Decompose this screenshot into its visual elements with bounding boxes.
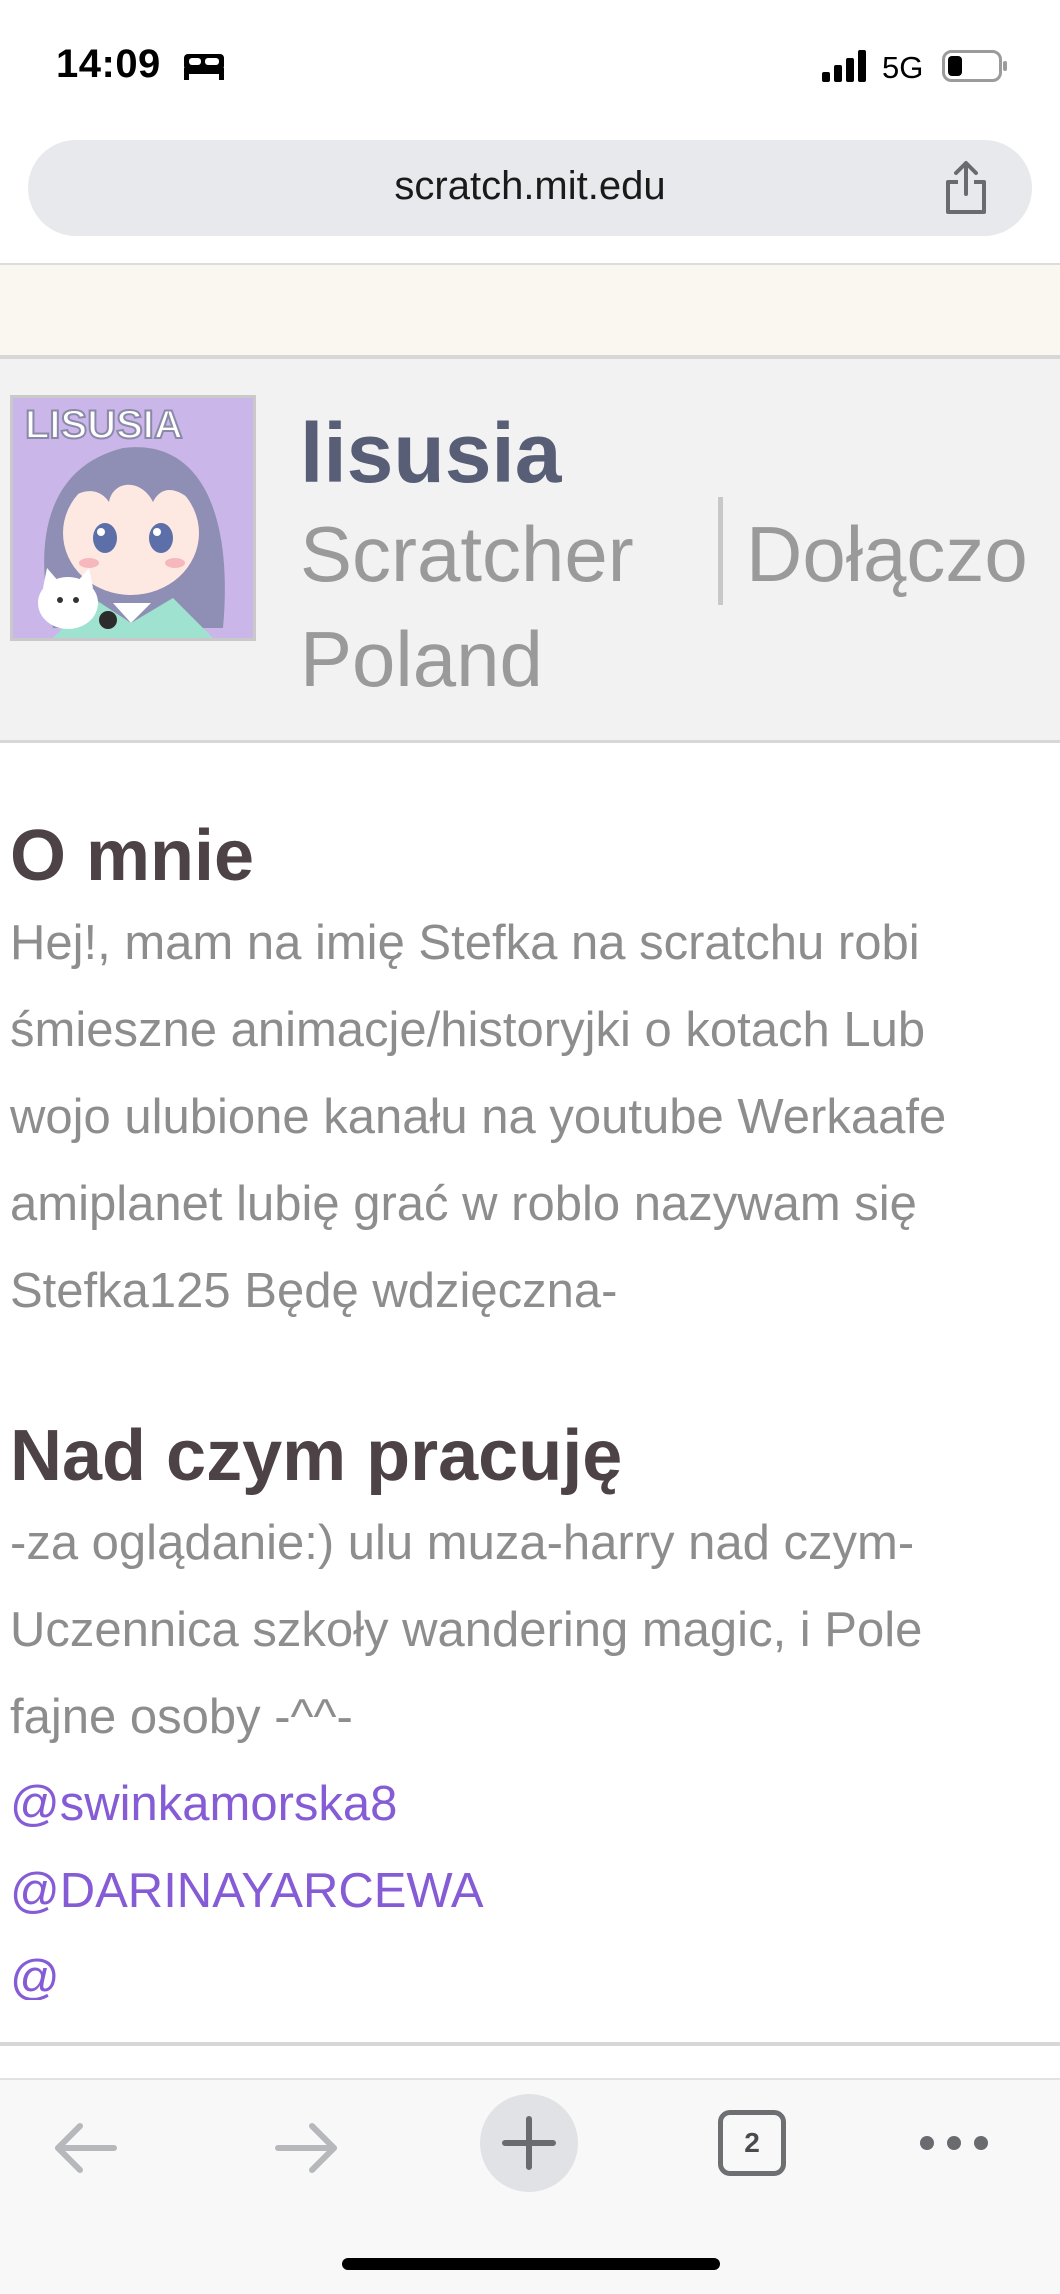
working-on-line: fajne osoby -^^-	[10, 1690, 353, 1744]
profile-username: lisusia	[300, 406, 562, 500]
about-line: Stefka125 Będę wdzięczna-	[10, 1264, 618, 1318]
tabs-button[interactable]: 2	[718, 2110, 786, 2176]
profile-country: Poland	[300, 615, 543, 703]
about-line: Hej!, mam na imię Stefka na scratchu rob…	[10, 916, 920, 970]
about-line: wojo ulubione kanału na youtube Werkaafe	[10, 1090, 947, 1144]
more-options-icon[interactable]	[918, 2128, 990, 2158]
profile-role: Scratcher	[300, 510, 634, 598]
mention-link-clipped[interactable]: @	[10, 1950, 60, 2000]
cellular-signal-icon	[822, 50, 866, 82]
mention-link[interactable]: @DARINAYARCEWA	[10, 1863, 484, 1919]
plus-icon	[502, 2116, 556, 2170]
home-indicator[interactable]	[342, 2258, 720, 2270]
about-title: O mnie	[10, 816, 255, 896]
working-on-line: Uczennica szkoły wandering magic, i Pole	[10, 1603, 923, 1657]
tab-count: 2	[744, 2127, 760, 2158]
about-line: amiplanet lubię grać w roblo nazywam się	[10, 1177, 917, 1231]
new-tab-button[interactable]	[480, 2094, 578, 2192]
status-bar: 14:09 5G	[0, 0, 1060, 130]
working-on-title: Nad czym pracuję	[10, 1416, 623, 1496]
avatar-image: LISUSIA	[13, 398, 253, 638]
page-banner	[0, 265, 1060, 357]
avatar[interactable]: LISUSIA	[10, 395, 256, 641]
profile-joined: Dołączo	[746, 510, 1028, 598]
url-text[interactable]: scratch.mit.edu	[28, 164, 1032, 209]
address-bar[interactable]: scratch.mit.edu	[28, 140, 1032, 236]
share-icon[interactable]	[940, 160, 992, 216]
content-bottom-divider	[0, 2042, 1060, 2046]
profile-content: O mnie Hej!, mam na imię Stefka na scrat…	[0, 745, 1060, 2000]
mention-link[interactable]: @swinkamorska8	[10, 1776, 397, 1832]
sleep-mode-icon	[184, 54, 224, 80]
header-divider	[718, 497, 723, 605]
back-arrow-icon[interactable]	[50, 2118, 120, 2178]
forward-arrow-icon[interactable]	[272, 2118, 342, 2178]
working-on-line: -za oglądanie:) ulu muza-harry nad czym-	[10, 1516, 915, 1570]
status-time: 14:09	[56, 42, 161, 86]
about-line: śmieszne animacje/historyjki o kotach Lu…	[10, 1003, 926, 1057]
network-type: 5G	[882, 50, 924, 85]
profile-header: LISUSIA lisusia Scratcher Dołączo Poland	[0, 359, 1060, 743]
battery-icon	[942, 50, 1007, 82]
avatar-title: LISUSIA	[25, 403, 183, 447]
